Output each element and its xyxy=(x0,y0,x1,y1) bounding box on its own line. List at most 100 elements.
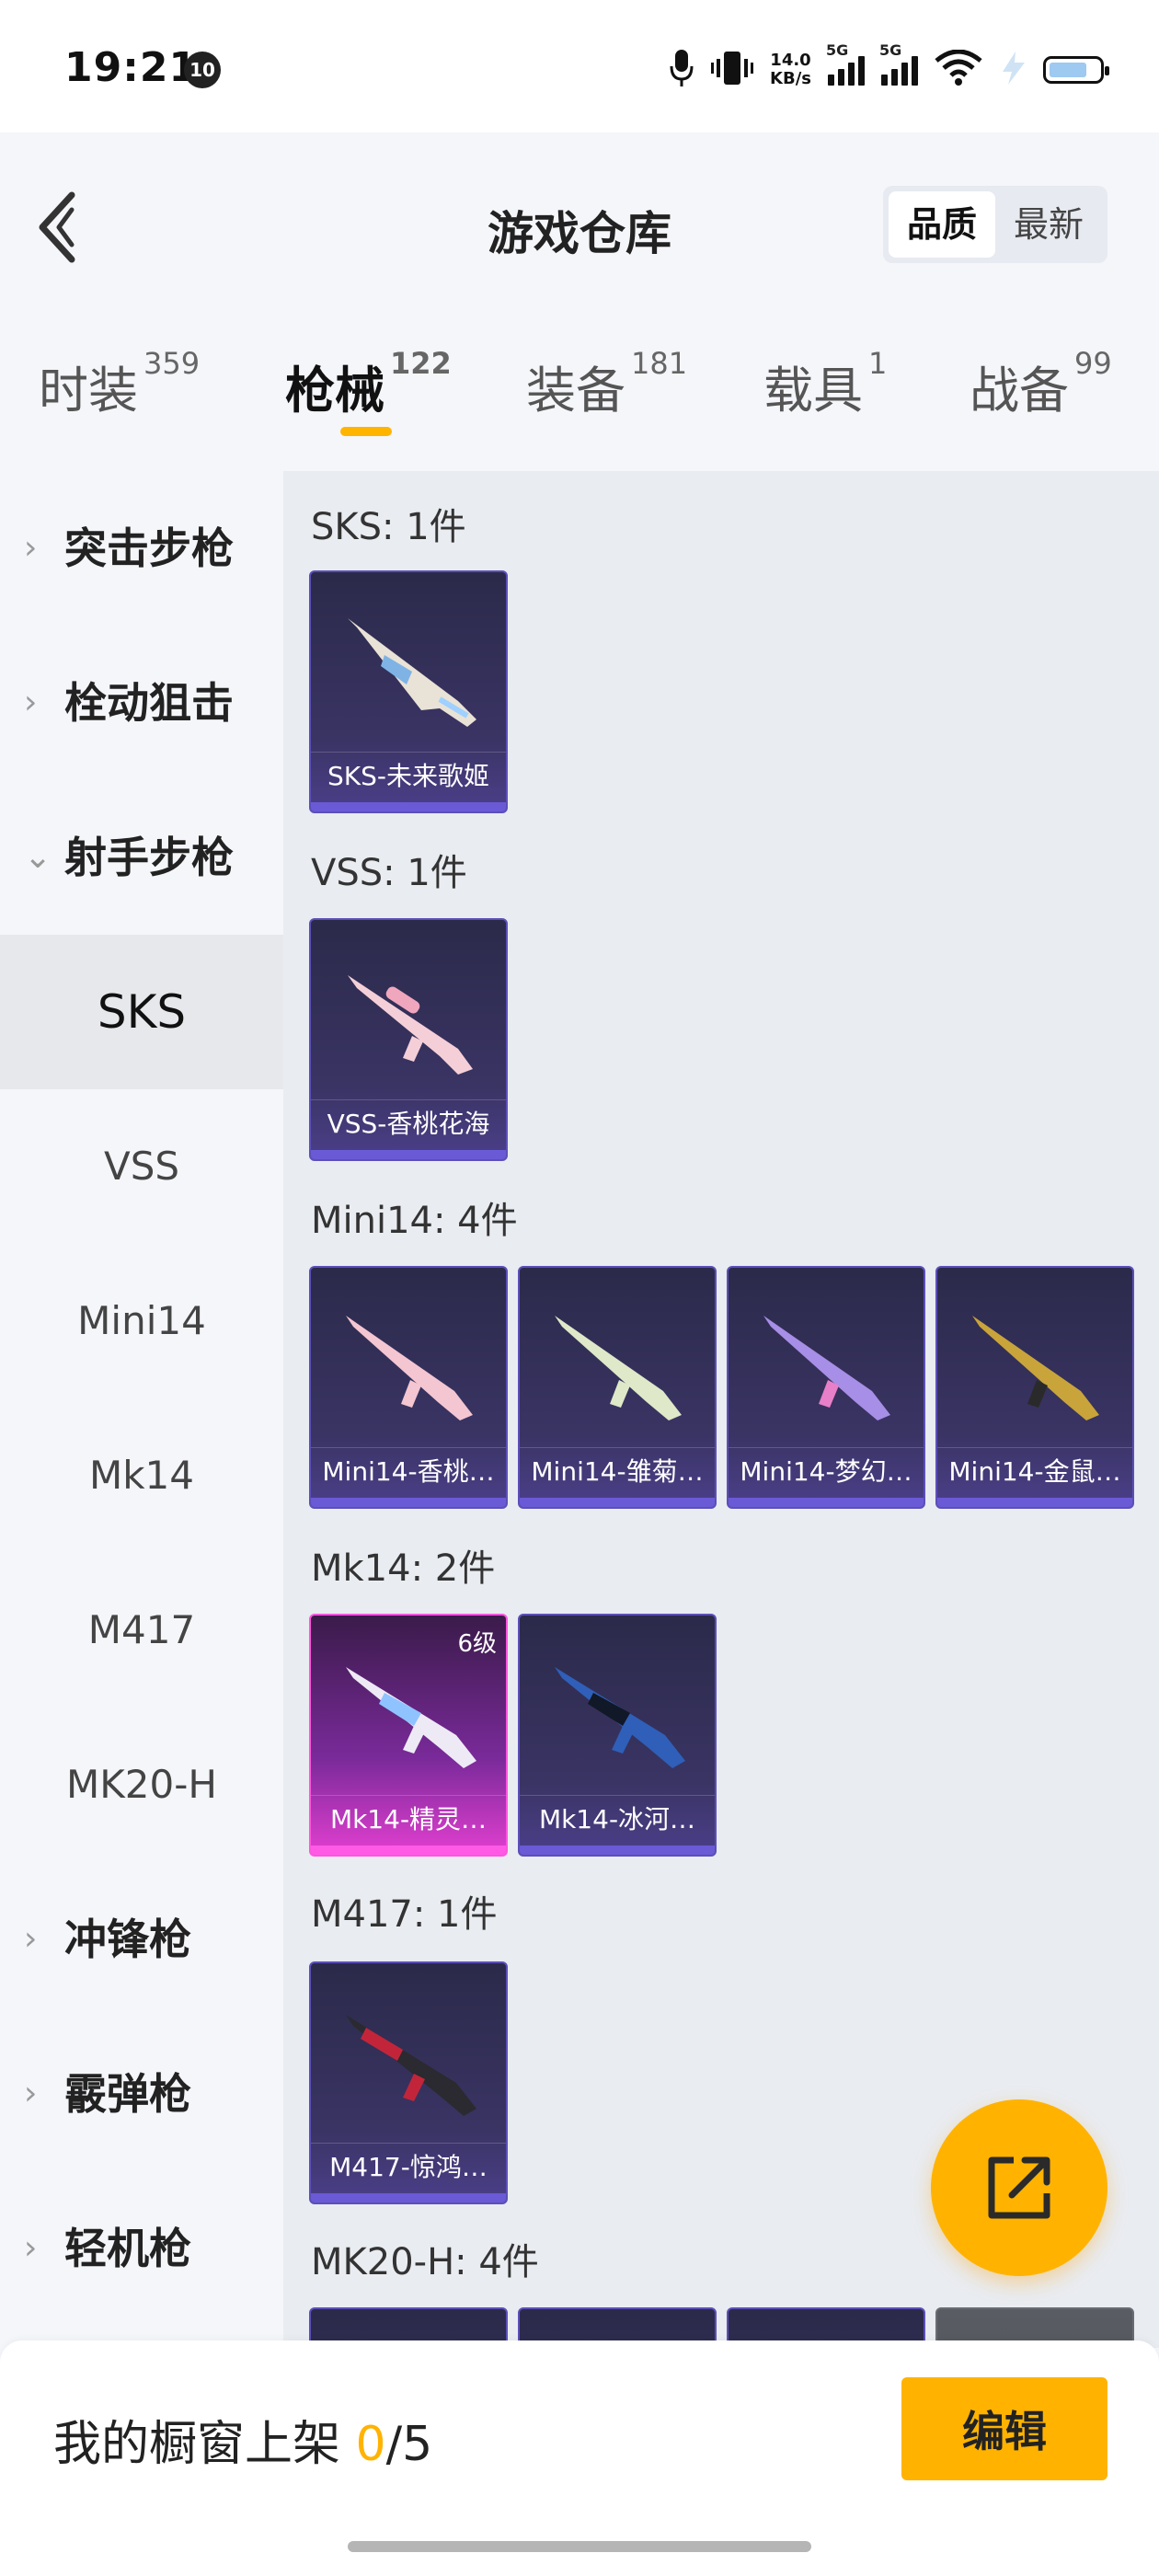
tab-count: 1 xyxy=(868,346,888,381)
battery-icon xyxy=(1043,56,1109,84)
sort-latest-button[interactable]: 最新 xyxy=(995,191,1102,258)
status-time: 19:21 xyxy=(64,44,199,91)
notification-badge: 10 xyxy=(184,52,221,88)
group-title-mk14: Mk14: 2件 xyxy=(311,1547,496,1590)
rifle-icon xyxy=(346,2015,476,2116)
sidebar-item-lmg[interactable]: › 轻机枪 xyxy=(0,2171,283,2326)
group-title-mk20h: MK20-H: 4件 xyxy=(311,2241,539,2283)
tab-vehicles[interactable]: 载具 1 xyxy=(763,346,887,422)
card-rarity-bar xyxy=(729,1498,924,1507)
card-rarity-bar xyxy=(311,802,506,811)
sim2-label: 5G xyxy=(879,41,902,59)
tab-supplies[interactable]: 战备 99 xyxy=(970,346,1112,422)
sidebar-item-mini14[interactable]: Mini14 xyxy=(0,1244,283,1398)
chevron-right-icon: › xyxy=(24,1920,38,1958)
sort-quality-button[interactable]: 品质 xyxy=(889,191,995,258)
sidebar-item-vss[interactable]: VSS xyxy=(0,1089,283,1244)
group-title-m417: M417: 1件 xyxy=(311,1893,498,1936)
tab-label: 时装 xyxy=(39,362,138,420)
group-title-sks: SKS: 1件 xyxy=(311,506,466,548)
weapon-card[interactable]: Mini14-雏菊… xyxy=(518,1266,717,1509)
tab-label: 载具 xyxy=(763,362,863,420)
weapon-card-label: Mk14-冰河… xyxy=(520,1795,715,1844)
sidebar-item-sks[interactable]: SKS xyxy=(0,935,283,1089)
status-icons: 14.0 KB/s 5G 5G xyxy=(669,41,1109,96)
card-rarity-bar xyxy=(937,1498,1132,1507)
weapon-card[interactable]: Mk14-冰河… xyxy=(518,1614,717,1857)
showcase-separator: / xyxy=(385,2417,403,2472)
card-rarity-bar xyxy=(520,1846,715,1855)
showcase-status: 我的橱窗上架 0/5 xyxy=(53,2405,432,2474)
tab-label: 枪械 xyxy=(285,362,384,420)
card-rarity-bar xyxy=(311,1498,506,1507)
group-title-vss: VSS: 1件 xyxy=(311,852,467,894)
showcase-current-count: 0 xyxy=(355,2417,386,2472)
category-tabs: 时装 359 枪械 122 装备 181 载具 1 战备 99 xyxy=(0,346,1159,442)
weapon-card-label: Mk14-精灵… xyxy=(311,1795,506,1844)
sort-toggle: 品质 最新 xyxy=(883,186,1107,263)
sidebar-item-assault-rifle[interactable]: › 突击步枪 xyxy=(0,471,283,626)
share-fab-button[interactable] xyxy=(931,2099,1107,2276)
rifle-icon xyxy=(555,1316,682,1420)
weapon-card[interactable]: SKS-未来歌姬 xyxy=(309,570,508,813)
weapon-card[interactable]: Mini14-香桃… xyxy=(309,1266,508,1509)
sidebar-item-label: 轻机枪 xyxy=(64,2224,191,2273)
header: 游戏仓库 品质 最新 时装 359 枪械 122 装备 181 载具 1 战备 99 xyxy=(0,132,1159,445)
edit-button[interactable]: 编辑 xyxy=(901,2377,1107,2480)
chevron-right-icon: › xyxy=(24,529,38,567)
card-rarity-bar xyxy=(311,1846,506,1855)
showcase-label: 我的橱窗上架 xyxy=(53,2417,341,2472)
tab-count: 99 xyxy=(1074,346,1112,381)
weapon-card[interactable]: Mini14-梦幻… xyxy=(727,1266,925,1509)
sidebar-item-shotgun[interactable]: › 霰弹枪 xyxy=(0,2017,283,2171)
weapon-card-label: Mini14-香桃… xyxy=(311,1447,506,1496)
active-tab-indicator xyxy=(340,427,392,436)
tab-count: 122 xyxy=(390,346,452,381)
chevron-right-icon: › xyxy=(24,684,38,721)
rifle-icon xyxy=(972,1316,1099,1420)
sidebar-item-m417[interactable]: M417 xyxy=(0,1553,283,1708)
sidebar-item-label: 冲锋枪 xyxy=(64,1915,191,1964)
card-rarity-bar xyxy=(520,1498,715,1507)
weapon-card[interactable]: Mini14-金鼠… xyxy=(935,1266,1134,1509)
weapon-card[interactable]: M417-惊鸿… xyxy=(309,1961,508,2204)
weapon-list: SKS: 1件 SKS-未来歌姬 VSS: 1件 VSS-香桃花海 Mini14… xyxy=(283,471,1159,2348)
sidebar-item-smg[interactable]: › 冲锋枪 xyxy=(0,1862,283,2017)
rifle-icon xyxy=(555,1667,685,1768)
sidebar-item-marksman-rifle[interactable]: ⌄ 射手步枪 xyxy=(0,780,283,935)
rifle-icon xyxy=(763,1316,890,1420)
weapon-card-label: Mini14-金鼠… xyxy=(937,1447,1132,1496)
mic-icon xyxy=(669,48,694,92)
card-rarity-bar xyxy=(311,2193,506,2202)
home-indicator[interactable] xyxy=(348,2541,811,2552)
weapon-card-label: SKS-未来歌姬 xyxy=(311,752,506,800)
tab-firearms[interactable]: 枪械 122 xyxy=(285,346,452,436)
status-bar: 19:21 10 14.0 KB/s 5G 5G xyxy=(0,0,1159,132)
showcase-total-count: 5 xyxy=(402,2417,433,2472)
sidebar-item-bolt-sniper[interactable]: › 栓动狙击 xyxy=(0,626,283,780)
tab-fashion[interactable]: 时装 359 xyxy=(39,346,200,422)
sidebar-item-mk20h[interactable]: MK20-H xyxy=(0,1708,283,1862)
bottom-bar: 我的橱窗上架 0/5 编辑 xyxy=(0,2340,1159,2576)
weapon-card-label: Mini14-雏菊… xyxy=(520,1447,715,1496)
tab-count: 181 xyxy=(631,346,688,381)
tab-label: 战备 xyxy=(970,362,1069,420)
tab-label: 装备 xyxy=(526,362,625,420)
weapon-card[interactable]: 6级 Mk14-精灵… xyxy=(309,1614,508,1857)
signal-sim1-icon: 5G xyxy=(826,41,865,86)
chevron-down-icon: ⌄ xyxy=(24,838,52,876)
sidebar-item-label: 射手步枪 xyxy=(64,833,234,882)
tab-count: 359 xyxy=(143,346,201,381)
sidebar: › 突击步枪 › 栓动狙击 ⌄ 射手步枪 SKS VSS Mini14 Mk14 M4… xyxy=(0,471,283,2348)
sidebar-item-mk14[interactable]: Mk14 xyxy=(0,1398,283,1553)
charging-icon xyxy=(999,52,1027,88)
rifle-icon xyxy=(346,1316,473,1420)
weapon-card[interactable]: VSS-香桃花海 xyxy=(309,918,508,1161)
rifle-icon xyxy=(348,618,476,727)
sim1-label: 5G xyxy=(826,41,849,59)
net-speed-unit: KB/s xyxy=(770,69,811,88)
rifle-icon xyxy=(346,1667,476,1768)
sidebar-item-label: 栓动狙击 xyxy=(64,678,234,728)
tab-equipment[interactable]: 装备 181 xyxy=(526,346,687,422)
chevron-right-icon: › xyxy=(24,2229,38,2267)
